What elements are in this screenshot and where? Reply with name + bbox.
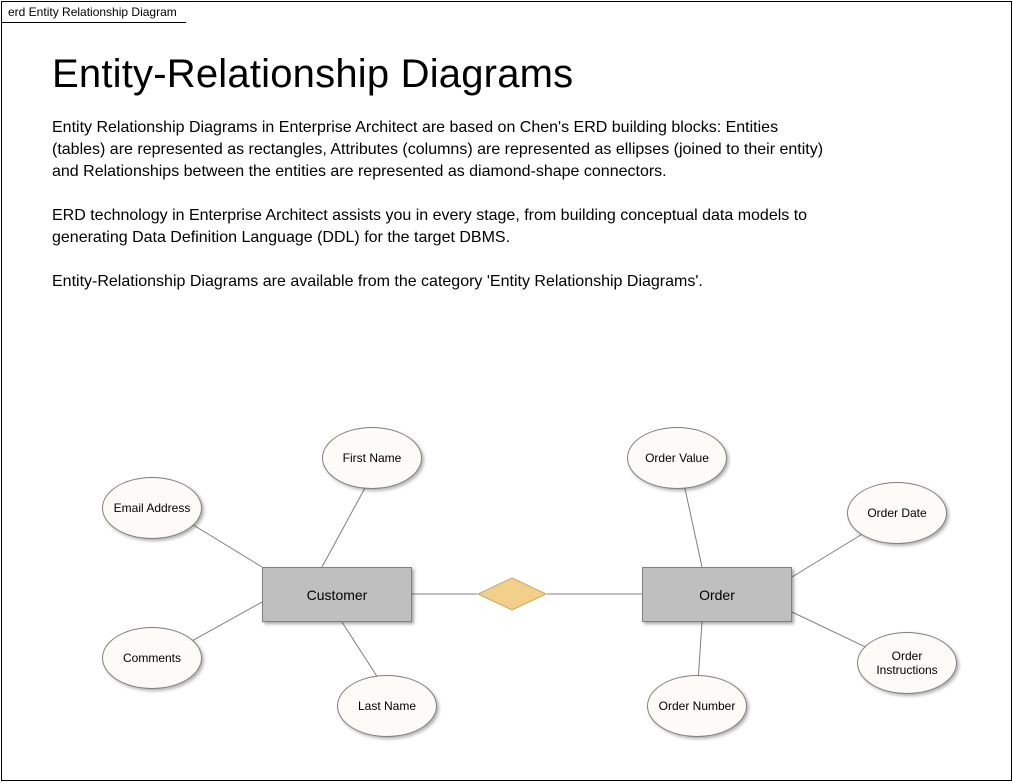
erd-canvas: First Name Email Address Comments Last N… — [2, 382, 1013, 782]
attribute-email-address[interactable]: Email Address — [102, 477, 202, 539]
attribute-comments[interactable]: Comments — [102, 627, 202, 689]
diagram-tab-label: erd Entity Relationship Diagram — [8, 5, 177, 19]
intro-paragraph-1: Entity Relationship Diagrams in Enterpri… — [52, 117, 832, 183]
attribute-last-name[interactable]: Last Name — [337, 675, 437, 737]
attribute-order-date[interactable]: Order Date — [847, 482, 947, 544]
attribute-label: Email Address — [114, 501, 191, 515]
entity-customer[interactable]: Customer — [262, 567, 412, 622]
attribute-label: First Name — [343, 451, 402, 465]
diagram-tab: erd Entity Relationship Diagram — [1, 1, 200, 23]
attribute-label: Last Name — [358, 699, 416, 713]
page-title: Entity-Relationship Diagrams — [52, 52, 961, 97]
intro-paragraph-3: Entity-Relationship Diagrams are availab… — [52, 271, 832, 293]
attribute-label: Order Value — [645, 451, 709, 465]
entity-order[interactable]: Order — [642, 567, 792, 622]
content-area: Entity-Relationship Diagrams Entity Rela… — [52, 42, 961, 315]
attribute-label: Order Date — [867, 506, 926, 520]
attribute-order-number[interactable]: Order Number — [647, 675, 747, 737]
attribute-label: Order Number — [659, 699, 736, 713]
attribute-label: Comments — [123, 651, 181, 665]
attribute-order-value[interactable]: Order Value — [627, 427, 727, 489]
attribute-order-instructions[interactable]: Order Instructions — [857, 632, 957, 694]
attribute-label: Order Instructions — [862, 649, 952, 677]
diagram-frame: erd Entity Relationship Diagram Entity-R… — [1, 1, 1012, 781]
entity-label: Order — [699, 587, 735, 603]
intro-paragraph-2: ERD technology in Enterprise Architect a… — [52, 205, 832, 249]
relationship-diamond[interactable] — [477, 577, 547, 611]
attribute-first-name[interactable]: First Name — [322, 427, 422, 489]
entity-label: Customer — [307, 587, 368, 603]
